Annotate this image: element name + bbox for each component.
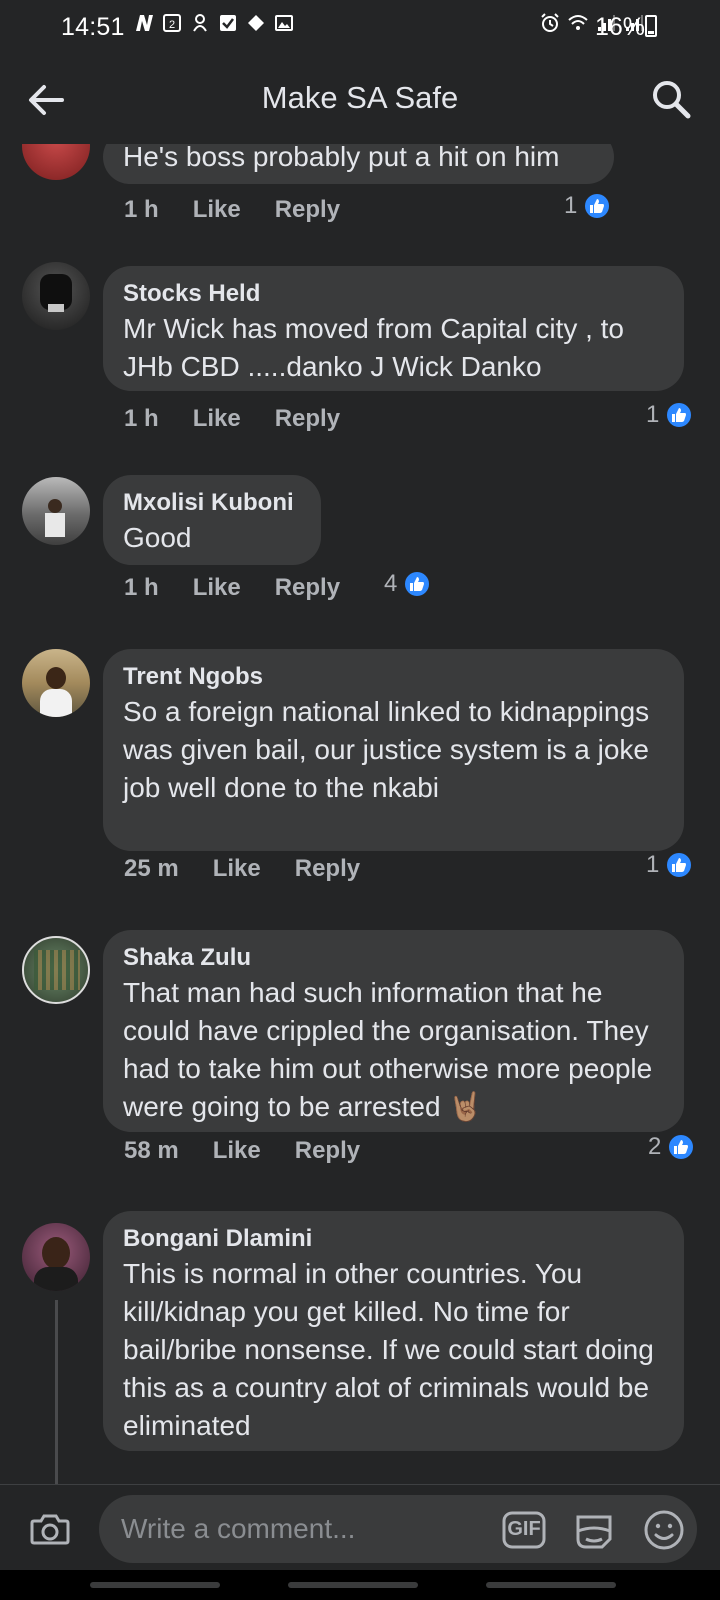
badge-2-icon: 2 bbox=[163, 14, 181, 32]
comment-timestamp: 1 h bbox=[124, 405, 159, 432]
like-button[interactable]: Like bbox=[193, 574, 241, 602]
comment-author[interactable]: Bongani Dlamini bbox=[123, 1223, 664, 1255]
thumbs-up-icon bbox=[403, 570, 432, 598]
avatar[interactable] bbox=[22, 936, 90, 1004]
thumbs-up-icon bbox=[583, 192, 612, 220]
reaction-number: 2 bbox=[648, 1133, 662, 1160]
comment-bubble[interactable]: He's boss probably put a hit on him bbox=[103, 144, 614, 184]
reaction-count[interactable]: 2 bbox=[648, 1133, 696, 1161]
camera-icon[interactable] bbox=[28, 1507, 72, 1551]
comment-author[interactable]: Stocks Held bbox=[123, 278, 664, 310]
comment-text: Good bbox=[123, 522, 192, 553]
comment-composer: GIF bbox=[0, 1484, 720, 1570]
battery-percentage: 16% bbox=[595, 13, 646, 41]
comment-author[interactable]: Mxolisi Kuboni bbox=[123, 487, 301, 519]
reaction-number: 1 bbox=[564, 192, 578, 219]
comment-timestamp: 1 h bbox=[124, 196, 159, 223]
nav-back-handle[interactable] bbox=[486, 1582, 616, 1588]
thumbs-up-icon bbox=[667, 1133, 696, 1161]
comment-bubble[interactable]: Shaka Zulu That man had such information… bbox=[103, 930, 684, 1132]
reaction-number: 1 bbox=[646, 851, 660, 878]
avatar[interactable] bbox=[22, 1223, 90, 1291]
page-title: Make SA Safe bbox=[261, 80, 459, 115]
comment-actions: 1 h Like Reply bbox=[124, 196, 340, 224]
checkbox-icon bbox=[220, 15, 236, 31]
comment-text: That man had such information that he co… bbox=[123, 977, 653, 1122]
thumbs-up-icon bbox=[665, 401, 694, 429]
comment-actions: 1 h Like Reply bbox=[124, 405, 340, 433]
gif-label: GIF bbox=[507, 1518, 541, 1540]
system-nav-bar bbox=[0, 1570, 720, 1600]
comment-actions: 58 m Like Reply bbox=[124, 1137, 360, 1165]
diamond-icon bbox=[248, 15, 264, 31]
reply-button[interactable]: Reply bbox=[295, 855, 360, 883]
like-button[interactable]: Like bbox=[213, 855, 261, 883]
gif-button[interactable]: GIF bbox=[502, 1511, 546, 1549]
comment-timestamp: 25 m bbox=[124, 855, 179, 882]
nav-recents-handle[interactable] bbox=[90, 1582, 220, 1588]
comment-text: He's boss probably put a hit on him bbox=[123, 144, 560, 172]
comments-feed[interactable]: He's boss probably put a hit on him 1 h … bbox=[0, 144, 720, 1484]
comment-text: Mr Wick has moved from Capital city , to… bbox=[123, 313, 625, 382]
reply-thread-line bbox=[55, 1300, 58, 1484]
comment-bubble[interactable]: Bongani Dlamini This is normal in other … bbox=[103, 1211, 684, 1451]
reaction-count[interactable]: 1 bbox=[646, 401, 694, 429]
notification-icons: 2 bbox=[134, 13, 294, 33]
reply-button[interactable]: Reply bbox=[275, 405, 340, 433]
reaction-number: 1 bbox=[646, 401, 660, 428]
reaction-number: 4 bbox=[384, 570, 398, 597]
nav-home-handle[interactable] bbox=[288, 1582, 418, 1588]
like-button[interactable]: Like bbox=[193, 196, 241, 224]
thumbs-up-icon bbox=[665, 851, 694, 879]
comment-author[interactable]: Shaka Zulu bbox=[123, 942, 664, 974]
reaction-count[interactable]: 4 bbox=[384, 570, 432, 598]
reaction-count[interactable]: 1 bbox=[564, 192, 612, 220]
sticker-icon[interactable] bbox=[572, 1509, 616, 1553]
reply-button[interactable]: Reply bbox=[275, 196, 340, 224]
reaction-count[interactable]: 1 bbox=[646, 851, 694, 879]
comment-bubble[interactable]: Stocks Held Mr Wick has moved from Capit… bbox=[103, 266, 684, 391]
avatar[interactable] bbox=[22, 649, 90, 717]
comment-actions: 1 h Like Reply bbox=[124, 574, 340, 602]
comment-timestamp: 1 h bbox=[124, 574, 159, 601]
status-bar: 14:51 2 16% bbox=[0, 0, 720, 54]
comment-bubble[interactable]: Trent Ngobs So a foreign national linked… bbox=[103, 649, 684, 851]
avatar[interactable] bbox=[22, 477, 90, 545]
comment-bubble[interactable]: Mxolisi Kuboni Good bbox=[103, 475, 321, 565]
comment-actions: 25 m Like Reply bbox=[124, 855, 360, 883]
battery-icon bbox=[645, 15, 657, 37]
reply-button[interactable]: Reply bbox=[275, 574, 340, 602]
comment-author[interactable]: Trent Ngobs bbox=[123, 661, 664, 693]
vpn-icon bbox=[193, 14, 207, 32]
svg-text:2: 2 bbox=[169, 19, 175, 31]
image-icon bbox=[275, 15, 293, 31]
comment-text: This is normal in other countries. You k… bbox=[123, 1258, 654, 1441]
search-icon[interactable] bbox=[650, 78, 692, 120]
comment-timestamp: 58 m bbox=[124, 1137, 179, 1164]
n-icon bbox=[136, 15, 153, 31]
wifi-icon bbox=[568, 15, 588, 30]
avatar[interactable] bbox=[22, 144, 90, 180]
like-button[interactable]: Like bbox=[193, 405, 241, 433]
app-header: Make SA Safe bbox=[0, 54, 720, 144]
comment-text: So a foreign national linked to kidnappi… bbox=[123, 696, 650, 803]
reply-button[interactable]: Reply bbox=[295, 1137, 360, 1165]
status-time: 14:51 bbox=[61, 13, 125, 41]
emoji-icon[interactable] bbox=[643, 1509, 685, 1551]
alarm-icon bbox=[541, 13, 559, 32]
avatar[interactable] bbox=[22, 262, 90, 330]
like-button[interactable]: Like bbox=[213, 1137, 261, 1165]
